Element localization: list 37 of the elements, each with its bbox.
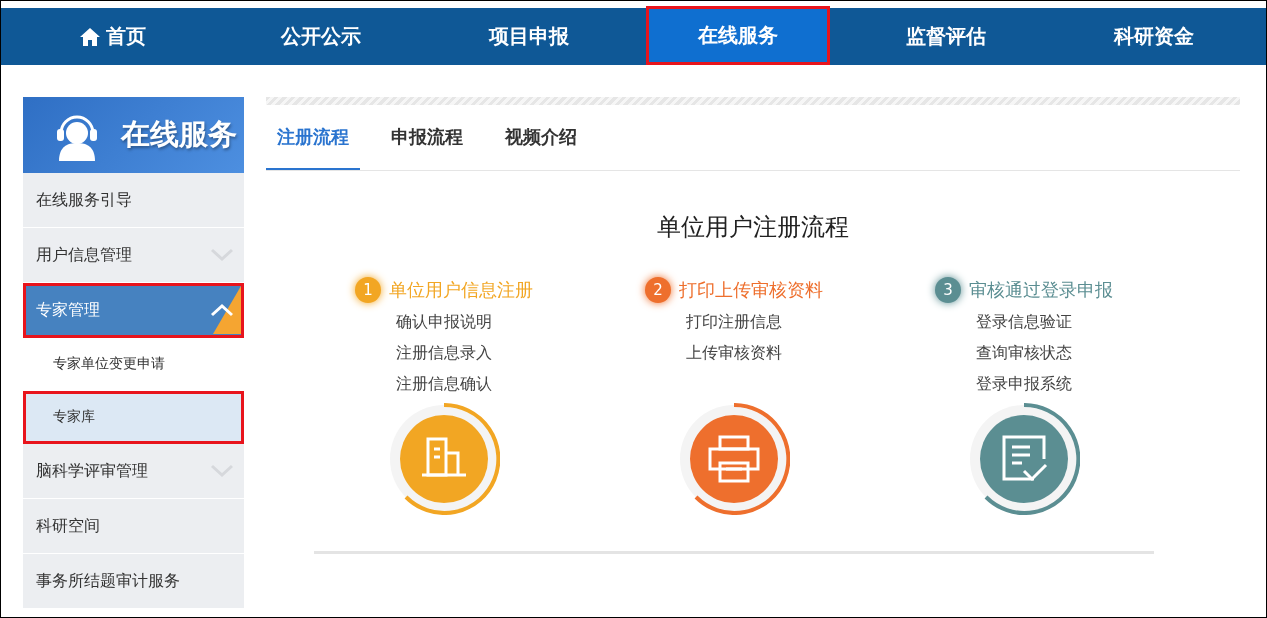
nav-link[interactable]: 科研资金: [1049, 8, 1258, 65]
step-detail: 注册信息确认: [396, 374, 492, 395]
menu-item[interactable]: 专家管理: [23, 283, 244, 338]
home-icon: [80, 27, 101, 46]
tab[interactable]: 申报流程: [380, 105, 474, 170]
menu-item[interactable]: 事务所结题审计服务: [23, 554, 244, 609]
menu-item[interactable]: 在线服务引导: [23, 173, 244, 228]
menu-item[interactable]: 脑科学评审管理: [23, 444, 244, 499]
nav-link[interactable]: 项目申报: [425, 8, 634, 65]
menu-item[interactable]: 科研空间: [23, 499, 244, 554]
document-circle-icon: [968, 403, 1080, 515]
submenu-item[interactable]: 专家库: [23, 391, 244, 444]
nav-link[interactable]: 在线服务: [645, 6, 830, 65]
step-detail: 查询审核状态: [976, 343, 1072, 364]
step-title: 打印上传审核资料: [679, 278, 823, 302]
step-number: 2: [645, 277, 671, 303]
step-title: 审核通过登录申报: [969, 278, 1113, 302]
step-number: 3: [935, 277, 961, 303]
menu-item[interactable]: 用户信息管理: [23, 228, 244, 283]
step-detail: 注册信息录入: [396, 343, 492, 364]
printer-circle-icon: [678, 403, 790, 515]
tab[interactable]: 注册流程: [266, 105, 360, 170]
nav-link[interactable]: 监督评估: [841, 8, 1050, 65]
building-circle-icon: [388, 403, 500, 515]
step-detail: 登录申报系统: [976, 374, 1072, 395]
chevron-up-icon: [210, 303, 234, 317]
step-number: 1: [355, 277, 381, 303]
sidebar-title: 在线服务: [121, 116, 237, 153]
flow-title: 单位用户注册流程: [656, 212, 850, 243]
nav-link[interactable]: 首页: [9, 8, 218, 65]
step-detail: 确认申报说明: [396, 312, 492, 333]
step-detail: 登录信息验证: [976, 312, 1072, 333]
nav-link[interactable]: 公开公示: [217, 8, 426, 65]
step-detail: 打印注册信息: [686, 312, 782, 333]
step-detail: 上传审核资料: [686, 343, 782, 364]
tab[interactable]: 视频介绍: [494, 105, 588, 170]
step-title: 单位用户信息注册: [389, 278, 533, 302]
